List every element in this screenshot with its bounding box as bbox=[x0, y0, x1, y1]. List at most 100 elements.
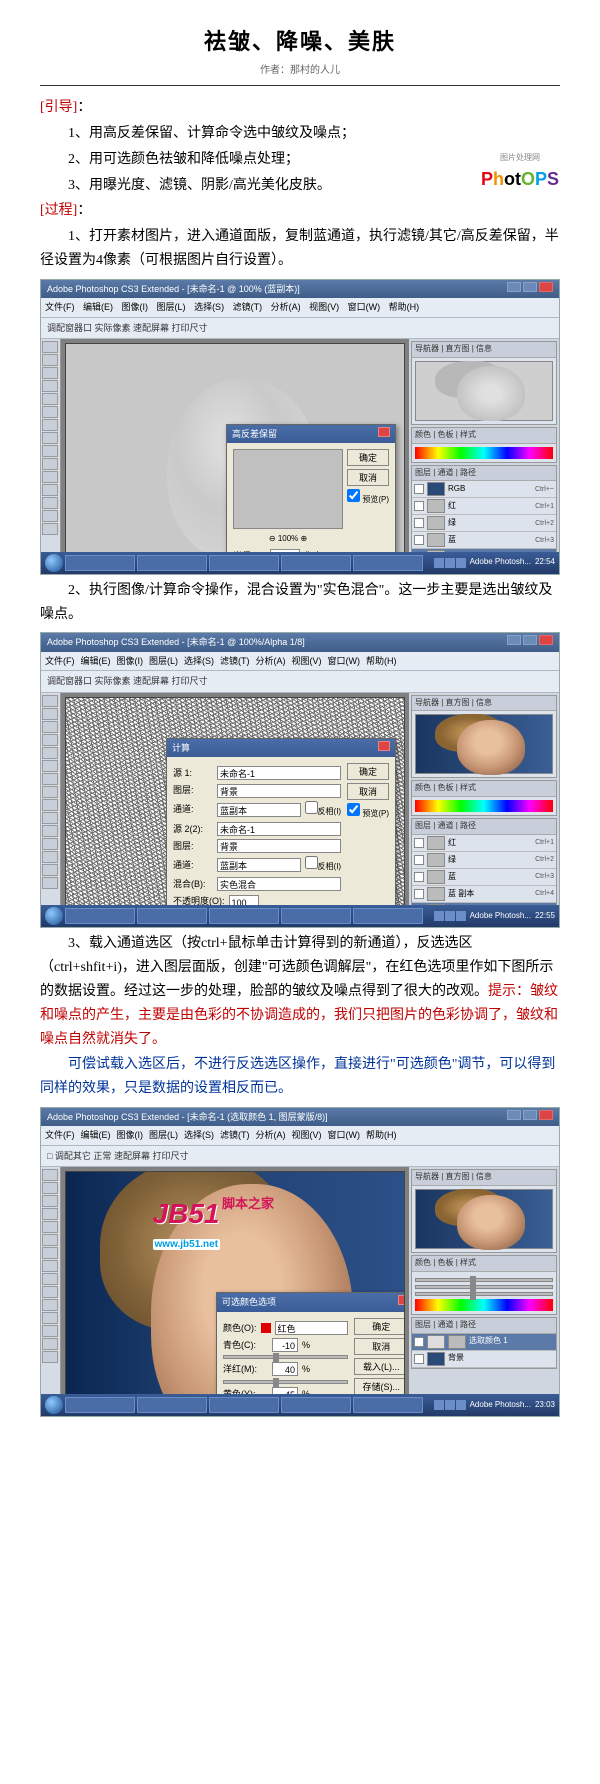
tool-icon[interactable] bbox=[42, 432, 58, 444]
task-item[interactable] bbox=[281, 1397, 351, 1413]
task-item[interactable] bbox=[65, 1397, 135, 1413]
nav-thumbnail[interactable] bbox=[415, 1189, 553, 1249]
preview-checkbox[interactable] bbox=[347, 803, 360, 816]
menu-filter[interactable]: 滤镜(T) bbox=[233, 302, 263, 312]
dialog-close-icon[interactable] bbox=[378, 427, 390, 437]
channel-row[interactable]: 绿Ctrl+2 bbox=[412, 852, 556, 869]
menu-select[interactable]: 选择(S) bbox=[184, 656, 214, 666]
menu-layer[interactable]: 图层(L) bbox=[157, 302, 186, 312]
ps-toolbox[interactable] bbox=[41, 693, 61, 929]
tray-icon[interactable] bbox=[434, 558, 444, 568]
tool-icon[interactable] bbox=[42, 1234, 58, 1246]
tray-icon[interactable] bbox=[445, 1400, 455, 1410]
tool-icon[interactable] bbox=[42, 393, 58, 405]
channel-row[interactable]: 蓝Ctrl+3 bbox=[412, 869, 556, 886]
layer2-select[interactable]: 背景 bbox=[217, 839, 341, 853]
start-button[interactable] bbox=[45, 1396, 63, 1414]
tray-icon[interactable] bbox=[456, 1400, 466, 1410]
tool-icon[interactable] bbox=[42, 1169, 58, 1181]
eye-icon[interactable] bbox=[414, 889, 424, 899]
panel-tabs[interactable]: 导航器 | 直方图 | 信息 bbox=[412, 1170, 556, 1186]
tool-icon[interactable] bbox=[42, 812, 58, 824]
blend-select[interactable]: 实色混合 bbox=[217, 877, 341, 891]
tool-icon[interactable] bbox=[42, 445, 58, 457]
task-item[interactable] bbox=[137, 908, 207, 924]
save-button[interactable]: 存储(S)... bbox=[354, 1378, 406, 1395]
menu-filter[interactable]: 滤镜(T) bbox=[220, 1130, 250, 1140]
eye-icon[interactable] bbox=[414, 484, 424, 494]
maximize-icon[interactable] bbox=[523, 1110, 537, 1120]
maximize-icon[interactable] bbox=[523, 282, 537, 292]
menu-view[interactable]: 视图(V) bbox=[309, 302, 339, 312]
tool-icon[interactable] bbox=[42, 1312, 58, 1324]
panel-tabs[interactable]: 导航器 | 直方图 | 信息 bbox=[412, 696, 556, 712]
maximize-icon[interactable] bbox=[523, 635, 537, 645]
channel-row[interactable]: 红Ctrl+1 bbox=[412, 835, 556, 852]
color-slider[interactable] bbox=[415, 1278, 553, 1282]
tool-icon[interactable] bbox=[42, 523, 58, 535]
close-icon[interactable] bbox=[539, 635, 553, 645]
task-item[interactable] bbox=[353, 1397, 423, 1413]
menu-analysis[interactable]: 分析(A) bbox=[271, 302, 301, 312]
color-ramp[interactable] bbox=[415, 800, 553, 812]
minimize-icon[interactable] bbox=[507, 282, 521, 292]
tool-icon[interactable] bbox=[42, 1273, 58, 1285]
cyan-input[interactable]: -10 bbox=[272, 1338, 298, 1352]
color-slider[interactable] bbox=[415, 1292, 553, 1296]
eye-icon[interactable] bbox=[414, 838, 424, 848]
task-item[interactable] bbox=[281, 908, 351, 924]
ps-canvas[interactable]: JB51 脚本之家 www.jb51.net PhotOPS 可选颜色选项 颜色… bbox=[65, 1171, 405, 1417]
tool-icon[interactable] bbox=[42, 747, 58, 759]
menu-help[interactable]: 帮助(H) bbox=[366, 1130, 397, 1140]
menu-layer[interactable]: 图层(L) bbox=[149, 656, 178, 666]
minimize-icon[interactable] bbox=[507, 1110, 521, 1120]
tool-icon[interactable] bbox=[42, 1247, 58, 1259]
dialog-close-icon[interactable] bbox=[378, 741, 390, 751]
panel-tabs[interactable]: 颜色 | 色板 | 样式 bbox=[412, 428, 556, 444]
menu-window[interactable]: 窗口(W) bbox=[348, 302, 381, 312]
channel-row[interactable]: 红Ctrl+1 bbox=[412, 498, 556, 515]
task-item[interactable] bbox=[353, 908, 423, 924]
menu-window[interactable]: 窗口(W) bbox=[328, 656, 361, 666]
tool-icon[interactable] bbox=[42, 877, 58, 889]
menu-image[interactable]: 图像(I) bbox=[122, 302, 149, 312]
tool-icon[interactable] bbox=[42, 510, 58, 522]
tool-icon[interactable] bbox=[42, 1195, 58, 1207]
tool-icon[interactable] bbox=[42, 760, 58, 772]
task-item[interactable] bbox=[353, 555, 423, 571]
menu-select[interactable]: 选择(S) bbox=[184, 1130, 214, 1140]
tray-icon[interactable] bbox=[456, 911, 466, 921]
eye-icon[interactable] bbox=[414, 872, 424, 882]
tray-icon[interactable] bbox=[445, 911, 455, 921]
menu-layer[interactable]: 图层(L) bbox=[149, 1130, 178, 1140]
ch1-select[interactable]: 蓝副本 bbox=[217, 803, 301, 817]
tool-icon[interactable] bbox=[42, 695, 58, 707]
taskbar[interactable]: Adobe Photosh...22:54 bbox=[41, 552, 559, 574]
panel-tabs[interactable]: 导航器 | 直方图 | 信息 bbox=[412, 342, 556, 358]
channel-row[interactable]: 蓝 副本Ctrl+4 bbox=[412, 886, 556, 903]
task-item[interactable] bbox=[209, 555, 279, 571]
tool-icon[interactable] bbox=[42, 497, 58, 509]
ps-canvas[interactable]: PhotOPS 高反差保留 ⊖ 100% ⊕ 半径(R): bbox=[65, 343, 405, 575]
ps-menubar[interactable]: 文件(F)编辑(E)图像(I)图层(L)选择(S)滤镜(T)分析(A)视图(V)… bbox=[41, 652, 559, 671]
menu-image[interactable]: 图像(I) bbox=[117, 656, 144, 666]
task-item[interactable] bbox=[209, 1397, 279, 1413]
tool-icon[interactable] bbox=[42, 708, 58, 720]
ps-canvas[interactable]: PhotOPS 计算 源 1:未命名-1 图层:背景 通道:蓝副本反相(I) 源… bbox=[65, 697, 405, 929]
invert-checkbox[interactable] bbox=[305, 801, 318, 814]
colors-select[interactable]: 红色 bbox=[275, 1321, 348, 1335]
ok-button[interactable]: 确定 bbox=[347, 763, 389, 780]
ps-toolbox[interactable] bbox=[41, 1167, 61, 1417]
calculations-dialog[interactable]: 计算 源 1:未命名-1 图层:背景 通道:蓝副本反相(I) 源 2(2):未命… bbox=[166, 738, 396, 929]
ch2-select[interactable]: 蓝副本 bbox=[217, 858, 301, 872]
load-button[interactable]: 载入(L)... bbox=[354, 1358, 406, 1375]
menu-image[interactable]: 图像(I) bbox=[117, 1130, 144, 1140]
cancel-button[interactable]: 取消 bbox=[354, 1338, 406, 1355]
tool-icon[interactable] bbox=[42, 1351, 58, 1363]
layer1-select[interactable]: 背景 bbox=[217, 784, 341, 798]
task-item[interactable] bbox=[137, 555, 207, 571]
ok-button[interactable]: 确定 bbox=[347, 449, 389, 466]
taskbar[interactable]: Adobe Photosh...22:55 bbox=[41, 905, 559, 927]
minimize-icon[interactable] bbox=[507, 635, 521, 645]
menu-help[interactable]: 帮助(H) bbox=[366, 656, 397, 666]
